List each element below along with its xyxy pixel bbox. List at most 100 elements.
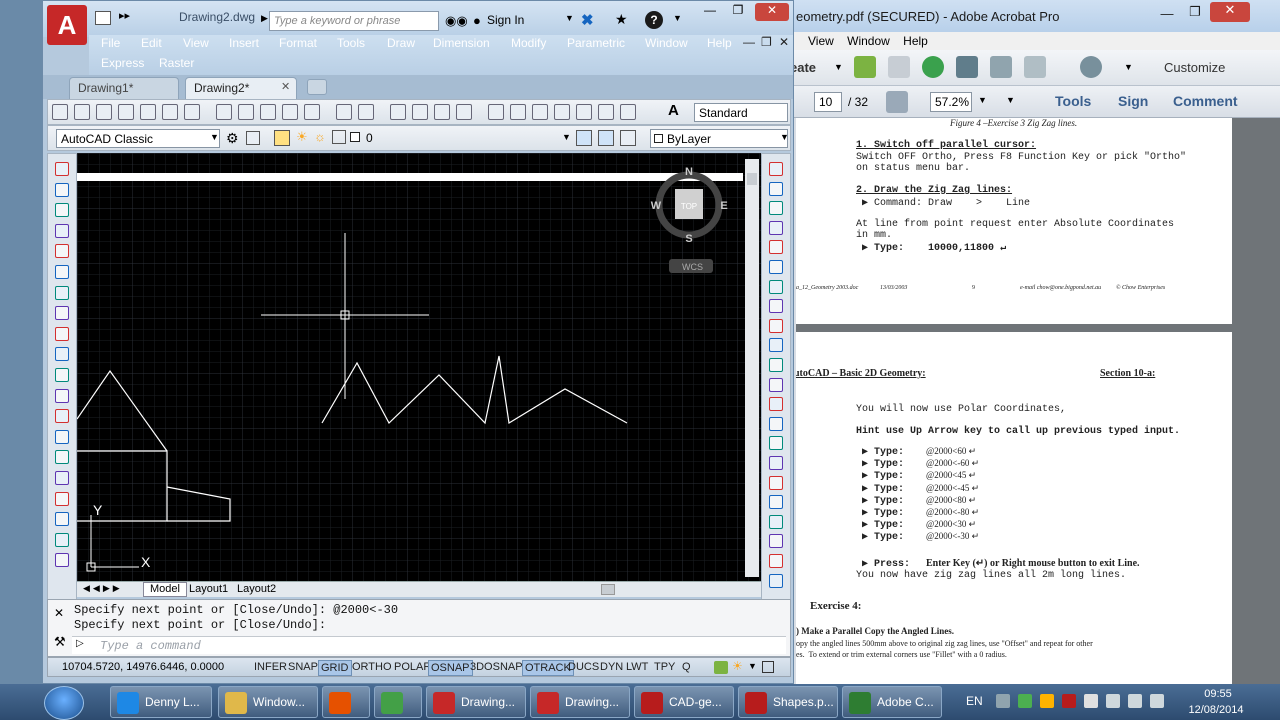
clean-screen-icon[interactable]: [762, 661, 774, 673]
scale-icon[interactable]: [769, 299, 783, 314]
star-icon[interactable]: ★: [615, 11, 628, 28]
array-icon[interactable]: [769, 240, 783, 255]
layer-states-icon[interactable]: [620, 130, 636, 146]
compass-north[interactable]: N: [685, 166, 693, 178]
compass-west[interactable]: W: [651, 200, 662, 212]
zoom-window-icon[interactable]: [434, 104, 450, 120]
new-icon[interactable]: [52, 104, 68, 120]
blend-curves-icon[interactable]: [769, 475, 783, 490]
lock-icon[interactable]: [332, 130, 346, 144]
lightbulb-icon[interactable]: ☀: [732, 659, 743, 673]
match-properties-icon[interactable]: [282, 104, 298, 120]
close-icon[interactable]: ✕: [54, 606, 64, 620]
layer-previous-icon[interactable]: [598, 130, 614, 146]
3d-print-icon[interactable]: [184, 104, 200, 120]
tab-model[interactable]: Model: [143, 582, 187, 597]
chevron-down-icon[interactable]: ▼: [748, 661, 757, 671]
menu-modify[interactable]: Modify: [511, 36, 546, 50]
status-toggle-q[interactable]: Q: [680, 660, 693, 676]
taskbar-item-chrome[interactable]: [374, 686, 422, 718]
security-icon[interactable]: [1040, 694, 1054, 708]
taskbar-item-captivate[interactable]: Adobe C...: [842, 686, 942, 718]
layer-properties-icon[interactable]: [274, 130, 290, 146]
network-icon[interactable]: [1018, 694, 1032, 708]
status-toggle-ortho[interactable]: ORTHO: [350, 660, 394, 676]
publish-icon[interactable]: [162, 104, 178, 120]
wcs-button[interactable]: WCS: [682, 262, 703, 272]
copy-icon[interactable]: [769, 181, 783, 196]
page-number-input[interactable]: 10: [814, 92, 842, 112]
chevron-down-icon[interactable]: ▸▸: [119, 9, 130, 22]
sheet-set-icon[interactable]: [554, 104, 570, 120]
menu-dimension[interactable]: Dimension: [433, 36, 490, 50]
menu-view[interactable]: View: [183, 36, 209, 50]
binoculars-icon[interactable]: ◉◉: [445, 13, 468, 29]
move-icon[interactable]: [769, 260, 783, 274]
help-icon[interactable]: ?: [645, 11, 663, 29]
spline-icon[interactable]: [55, 326, 69, 341]
zoom-realtime-icon[interactable]: [412, 104, 428, 120]
design-center-icon[interactable]: [510, 104, 526, 120]
comment-button[interactable]: Comment: [1173, 93, 1238, 109]
zoom-input[interactable]: 57.2%: [930, 92, 972, 112]
chevron-down-icon[interactable]: ▼: [673, 13, 682, 23]
undo-icon[interactable]: [336, 104, 352, 120]
acrobat-tray-icon[interactable]: [1062, 694, 1076, 708]
restore-icon[interactable]: ❐: [727, 3, 749, 19]
chevron-down-icon[interactable]: ▼: [562, 132, 571, 142]
text-style-select[interactable]: Standard: [694, 103, 788, 122]
menu-parametric[interactable]: Parametric: [567, 36, 625, 50]
save-icon[interactable]: [888, 56, 910, 78]
add-selected-icon[interactable]: [55, 553, 69, 568]
block-editor-icon[interactable]: [304, 104, 320, 120]
taskbar-item-acad1[interactable]: Drawing...: [426, 686, 526, 718]
clock-time[interactable]: 09:55: [1192, 688, 1244, 700]
line-icon[interactable]: [55, 162, 69, 176]
extend-icon[interactable]: [769, 358, 783, 372]
status-toggle-3dosnap[interactable]: 3DOSNAP: [468, 660, 525, 676]
draworder4-icon[interactable]: [769, 573, 783, 588]
status-toggle-dyn[interactable]: DYN: [598, 660, 625, 676]
text-style-icon[interactable]: A: [668, 102, 679, 119]
chevron-down-icon[interactable]: ▼: [1124, 62, 1133, 72]
join-icon[interactable]: [769, 416, 783, 431]
rotate-icon[interactable]: [769, 279, 783, 294]
cut-icon[interactable]: [216, 104, 232, 120]
user-icon[interactable]: ●: [473, 13, 481, 28]
cloud-icon[interactable]: [922, 56, 944, 78]
gear-icon[interactable]: [996, 694, 1010, 708]
sign-button[interactable]: Sign: [1118, 93, 1148, 109]
break-icon[interactable]: [769, 397, 783, 412]
sun-icon[interactable]: ☼: [314, 129, 326, 144]
new-file-icon[interactable]: [95, 11, 111, 25]
close-icon[interactable]: ✕: [1210, 2, 1250, 22]
autocad-logo[interactable]: A: [47, 5, 87, 45]
restore-icon[interactable]: ❐: [1184, 4, 1206, 20]
compass-east[interactable]: E: [720, 200, 727, 212]
taskbar-item-ie[interactable]: Denny L...: [110, 686, 212, 718]
gear-icon[interactable]: ⚙: [226, 130, 239, 147]
status-toggle-grid[interactable]: GRID: [318, 660, 352, 676]
taskbar-item-explorer[interactable]: Window...: [218, 686, 318, 718]
mirror-icon[interactable]: [769, 201, 783, 216]
chamfer-icon[interactable]: [769, 436, 783, 451]
redo-icon[interactable]: [358, 104, 374, 120]
markup-icon[interactable]: [576, 104, 592, 120]
vertical-scrollbar[interactable]: [745, 159, 759, 577]
break-at-point-icon[interactable]: [769, 377, 783, 392]
make-block-icon[interactable]: [55, 409, 69, 424]
menu-help[interactable]: Help: [898, 32, 933, 50]
print-icon[interactable]: [956, 56, 978, 78]
gear-icon[interactable]: [1080, 56, 1102, 78]
doc-close-icon[interactable]: ✕: [779, 35, 789, 49]
viewcube-top[interactable]: TOP: [681, 202, 697, 211]
arc-icon[interactable]: [55, 265, 69, 279]
wrench-icon[interactable]: ⚒: [54, 634, 66, 650]
tab-nav-arrows[interactable]: ◀◀▶▶: [83, 583, 123, 594]
search-input[interactable]: Type a keyword or phrase: [269, 11, 439, 31]
fillet-icon[interactable]: [769, 456, 783, 470]
chevron-down-icon[interactable]: ▼: [565, 13, 574, 23]
customize-button[interactable]: Customize: [1164, 60, 1225, 75]
open-icon[interactable]: [74, 104, 90, 120]
revision-cloud-icon[interactable]: [55, 306, 69, 321]
